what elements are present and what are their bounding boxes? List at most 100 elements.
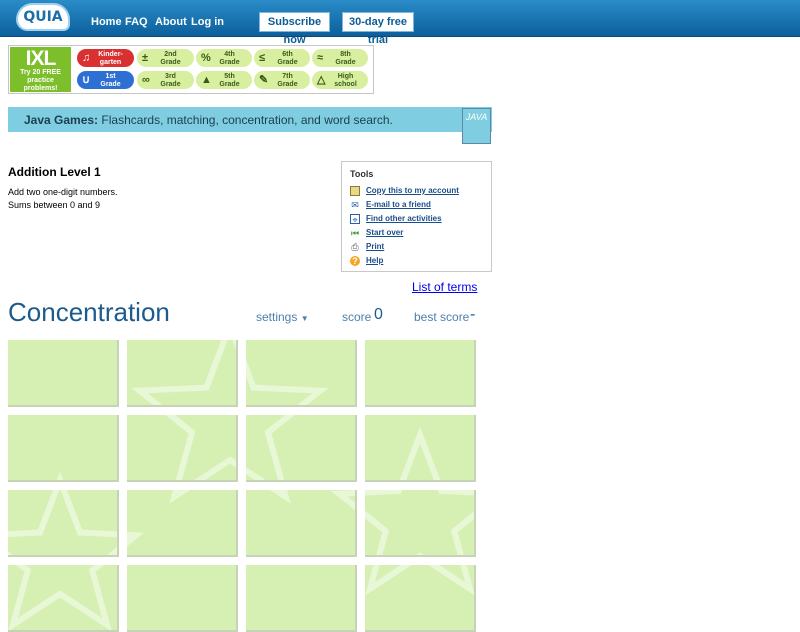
star-shape <box>365 490 474 555</box>
grade-3rd-button[interactable]: ∞ 3rd Grade <box>137 71 194 89</box>
top-navigation-bar: QUIA Home FAQ About Log in Subscribe now… <box>0 0 800 46</box>
grade-label: 3rd <box>165 73 176 80</box>
infinity-icon: ∞ <box>142 74 150 86</box>
tools-title: Tools <box>350 169 374 179</box>
star-shape <box>246 359 329 405</box>
nav-faq-link[interactable]: FAQ <box>125 16 148 28</box>
star-watermark-icon <box>365 490 474 555</box>
star-shape <box>165 415 236 480</box>
card[interactable] <box>8 340 119 407</box>
help-link[interactable]: Help <box>366 256 383 265</box>
card[interactable] <box>365 490 476 557</box>
score-label: score <box>342 310 372 324</box>
grade-7th-button[interactable]: ✎ 7th Grade <box>254 71 310 89</box>
card[interactable] <box>246 340 357 407</box>
subscribe-button[interactable]: Subscribe now <box>259 12 330 46</box>
star-watermark-icon <box>127 490 191 547</box>
tool-start-over[interactable]: ⏮ Start over <box>350 227 490 239</box>
music-note-icon: ♫ <box>82 52 91 64</box>
free-trial-button[interactable]: 30-day free trial <box>342 12 414 46</box>
grade-label: 7th <box>282 73 293 80</box>
star-watermark-icon <box>127 565 238 632</box>
ixl-promo-text: Try 20 FREE practice problems! <box>20 69 61 92</box>
star-shape <box>169 490 191 504</box>
card[interactable] <box>127 415 238 482</box>
grade-label: Grade <box>160 81 181 88</box>
print-link[interactable]: Print <box>366 242 384 251</box>
grade-kindergarten-button[interactable]: ♫ Kinder-garten <box>77 49 134 67</box>
grade-label: 8th <box>340 51 351 58</box>
logo-text: QUIA <box>23 9 63 25</box>
list-of-terms-link[interactable]: List of terms <box>412 280 477 294</box>
grade-label: Grade <box>100 81 121 88</box>
nav-home-link[interactable]: Home <box>91 16 122 28</box>
search-icon: ⌖ <box>350 214 360 225</box>
ixl-ad-banner[interactable]: IXL Try 20 FREE practice problems! ♫ Kin… <box>8 45 374 94</box>
settings-dropdown[interactable]: settings ▼ <box>256 310 309 324</box>
grade-1st-button[interactable]: ∪ 1st Grade <box>77 71 134 89</box>
tool-copy[interactable]: Copy this to my account <box>350 185 490 197</box>
grade-label: Grade <box>335 59 356 66</box>
star-watermark-icon <box>246 415 357 482</box>
card[interactable] <box>365 565 476 632</box>
game-title: Concentration <box>8 297 170 327</box>
grade-label: 5th <box>224 73 235 80</box>
grade-label: Grade <box>219 81 240 88</box>
grade-6th-button[interactable]: ≤ 6th Grade <box>254 49 310 67</box>
card[interactable] <box>246 415 357 482</box>
less-equal-icon: ≤ <box>259 52 266 64</box>
grade-label: Grade <box>160 59 181 66</box>
grade-high-school-button[interactable]: △ High school <box>312 71 368 89</box>
tool-help[interactable]: ? Help <box>350 255 490 267</box>
tool-email[interactable]: ✉ E-mail to a friend <box>350 199 490 211</box>
card[interactable] <box>8 565 119 632</box>
card[interactable] <box>365 340 476 407</box>
grade-4th-button[interactable]: % 4th Grade <box>196 49 252 67</box>
grade-label: 2nd <box>164 51 177 58</box>
quia-logo[interactable]: QUIA <box>16 3 70 31</box>
grade-label: Kinder- <box>98 51 123 58</box>
card[interactable] <box>8 490 119 557</box>
copy-link[interactable]: Copy this to my account <box>366 186 459 195</box>
card[interactable] <box>127 490 238 557</box>
card[interactable] <box>127 565 238 632</box>
best-score-label: best score <box>414 310 470 324</box>
start-over-link[interactable]: Start over <box>366 228 403 237</box>
star-watermark-icon <box>399 426 441 480</box>
card[interactable] <box>8 415 119 482</box>
printer-icon: ⎙ <box>351 242 359 252</box>
card[interactable] <box>365 415 476 482</box>
grade-label: 4th <box>224 51 235 58</box>
grade-5th-button[interactable]: ▲ 5th Grade <box>196 71 252 89</box>
card[interactable] <box>246 490 357 557</box>
approx-icon: ≈ <box>317 52 324 64</box>
help-icon: ? <box>350 256 360 266</box>
ixl-logo[interactable]: IXL Try 20 FREE practice problems! <box>10 47 71 92</box>
java-games-label: Java Games: <box>24 113 99 127</box>
star-watermark-icon <box>365 565 474 596</box>
email-link[interactable]: E-mail to a friend <box>366 200 431 209</box>
nav-about-link[interactable]: About <box>155 16 187 28</box>
star-shape <box>365 565 474 596</box>
star-shape <box>56 471 64 480</box>
card[interactable] <box>246 565 357 632</box>
pencil-icon: ✎ <box>259 74 269 86</box>
tools-panel: Tools Copy this to my account ✉ E-mail to… <box>341 161 492 272</box>
star-shape <box>127 480 136 482</box>
grade-label: Grade <box>277 59 298 66</box>
star-watermark-icon <box>246 359 329 405</box>
java-icon: JAVA <box>462 108 491 144</box>
activity-description-range: Sums between 0 and 9 <box>8 200 101 210</box>
find-activities-link[interactable]: Find other activities <box>366 214 442 223</box>
rabbit-icon: ∪ <box>82 74 91 86</box>
grade-8th-button[interactable]: ≈ 8th Grade <box>312 49 368 67</box>
star-shape <box>246 415 295 480</box>
card[interactable] <box>127 340 238 407</box>
star-shape <box>339 435 357 482</box>
grade-label: Grade <box>219 59 240 66</box>
grade-2nd-button[interactable]: ± 2nd Grade <box>137 49 194 67</box>
tool-print[interactable]: ⎙ Print <box>350 241 490 253</box>
java-icon-text: JAVA <box>465 112 488 122</box>
tool-find[interactable]: ⌖ Find other activities <box>350 213 490 225</box>
nav-login-link[interactable]: Log in <box>191 16 224 28</box>
